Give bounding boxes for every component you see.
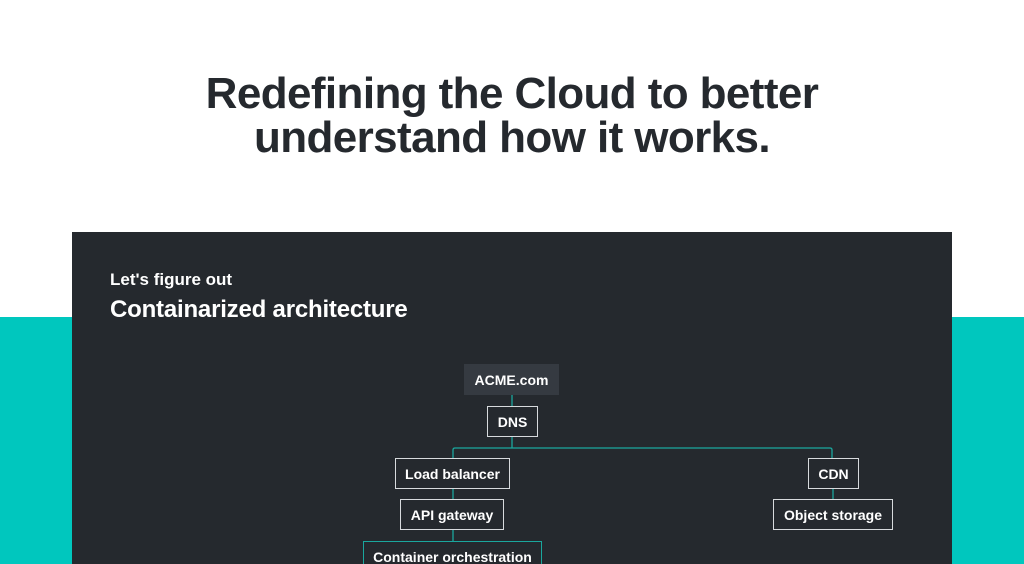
node-api-gateway: API gateway (400, 499, 504, 530)
connector-branch (452, 447, 833, 458)
page: Redefining the Cloud to better understan… (0, 0, 1024, 564)
node-acme-com: ACME.com (464, 364, 559, 395)
node-container-orchestration: Container orchestration (363, 541, 542, 564)
node-dns: DNS (487, 406, 538, 437)
node-cdn: CDN (808, 458, 859, 489)
node-load-balancer: Load balancer (395, 458, 510, 489)
hero-headline-line-1: Redefining the Cloud to better (205, 69, 819, 118)
architecture-panel: Let's figure out Containarized architect… (72, 232, 952, 564)
hero-headline-line-2: understand how it works. (253, 113, 771, 162)
hero-headline: Redefining the Cloud to better understan… (0, 72, 1024, 160)
node-object-storage: Object storage (773, 499, 893, 530)
architecture-diagram: ACME.com DNS Load balancer CDN API gatew… (72, 232, 952, 564)
